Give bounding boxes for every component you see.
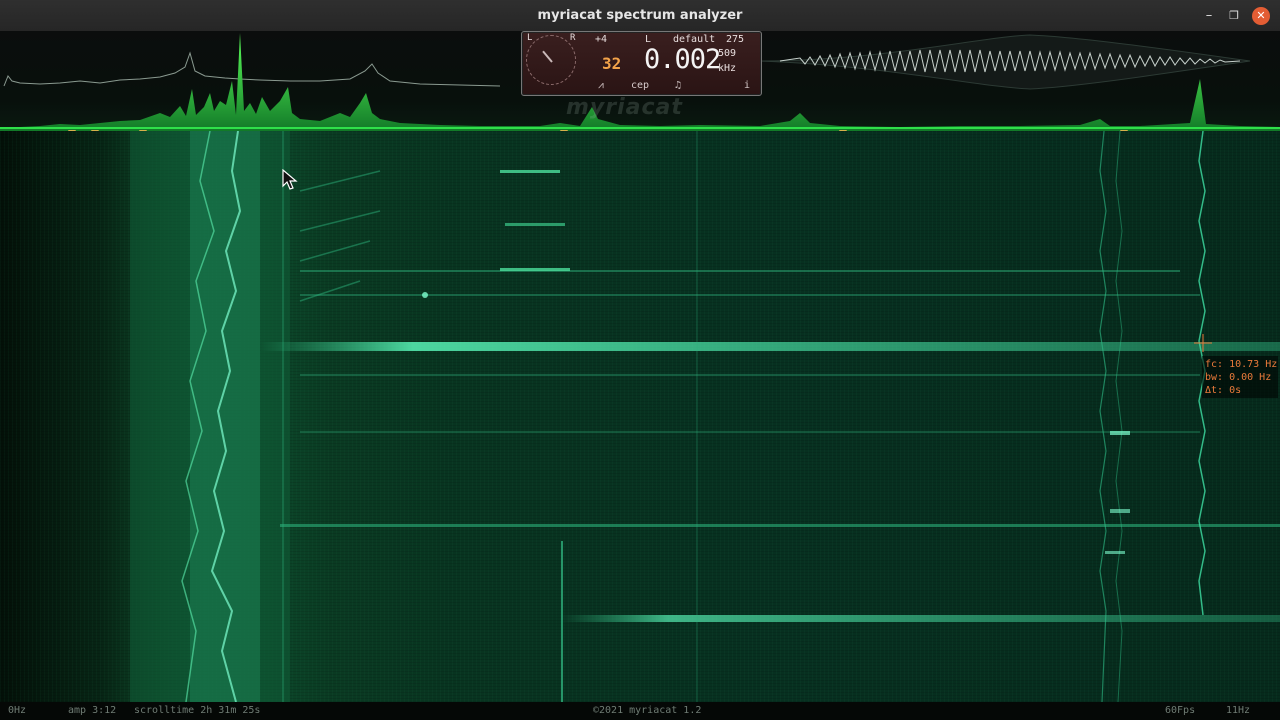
min-frequency-label: 0Hz — [8, 705, 27, 716]
short-trace — [505, 223, 565, 226]
short-trace — [500, 268, 570, 271]
spectrogram[interactable] — [0, 131, 1280, 702]
copyright-label: ©2021 myriacat 1.2 — [593, 705, 702, 716]
dial-needle — [542, 50, 553, 63]
dial-left-label: L — [527, 33, 533, 43]
readout-bandwidth: bw: 0.00 Hz — [1205, 372, 1272, 383]
short-trace — [500, 170, 560, 173]
dial-right-label: R — [570, 33, 576, 43]
readout-time-delta: Δt: 0s — [1205, 385, 1242, 396]
amp-setting[interactable]: amp 3:12 — [68, 702, 116, 720]
horizontal-line — [280, 524, 1280, 527]
panel-button-row: ⩘ cep ♫ i — [574, 79, 758, 92]
info-button[interactable]: i — [740, 79, 754, 92]
waveform-envelope — [759, 34, 1251, 90]
signal-dot — [422, 292, 428, 298]
cepstrum-button[interactable]: cep — [622, 79, 658, 92]
horizontal-band-lower — [560, 615, 1280, 622]
value-b: 509 — [718, 48, 737, 59]
diagonal-streak — [299, 210, 381, 232]
maximize-button[interactable]: ❐ — [1225, 7, 1243, 25]
status-bar: 0Hz amp 3:12 scrolltime 2h 31m 25s ©2021… — [0, 702, 1280, 720]
wave-icon[interactable]: ⩘ — [592, 79, 610, 92]
scrolltime-setting[interactable]: scrolltime 2h 31m 25s — [134, 702, 260, 720]
diagonal-streak — [299, 170, 381, 192]
fps-label: 60Fps — [1165, 705, 1196, 716]
frequency-display: 0.002 — [644, 44, 721, 75]
fft-size-display[interactable]: 32 — [602, 54, 621, 73]
max-frequency-label: 11Hz — [1226, 705, 1251, 716]
control-panel: L R +4 L default 275 509 kHz 32 0.002 ⩘ … — [521, 31, 762, 96]
diagonal-streak — [299, 280, 361, 302]
signal-blip — [1105, 551, 1125, 554]
frequency-unit: kHz — [718, 63, 737, 74]
horizontal-line — [300, 294, 1200, 296]
diagonal-streak — [299, 240, 371, 262]
value-a: 275 — [726, 34, 745, 45]
signal-blip — [1110, 431, 1130, 435]
close-button[interactable]: ✕ — [1252, 7, 1270, 25]
mouse-pointer-icon — [282, 169, 298, 190]
gain-value[interactable]: +4 — [595, 34, 607, 45]
noise-band-core — [190, 131, 260, 702]
music-note-icon[interactable]: ♫ — [669, 79, 687, 92]
signal-blip — [1110, 509, 1130, 513]
watermark-logo: myriacat — [566, 95, 683, 120]
diagonal-streaks — [299, 170, 381, 302]
level-dial[interactable] — [526, 35, 576, 85]
readout-center-frequency: fc: 10.73 Hz — [1205, 359, 1278, 370]
horizontal-band — [260, 342, 1280, 351]
average-spectrum-line — [3, 51, 501, 87]
horizontal-line — [300, 431, 1200, 433]
window-title: myriacat spectrum analyzer — [537, 8, 743, 23]
horizontal-line — [300, 270, 1180, 272]
minimize-button[interactable]: – — [1200, 7, 1218, 25]
cursor-readout: fc: 10.73 Hz bw: 0.00 Hz Δt: 0s — [1202, 356, 1278, 398]
spectrogram-features — [130, 131, 1280, 702]
horizontal-line — [300, 374, 1200, 376]
title-bar: myriacat spectrum analyzer – ❐ ✕ — [0, 0, 1280, 32]
